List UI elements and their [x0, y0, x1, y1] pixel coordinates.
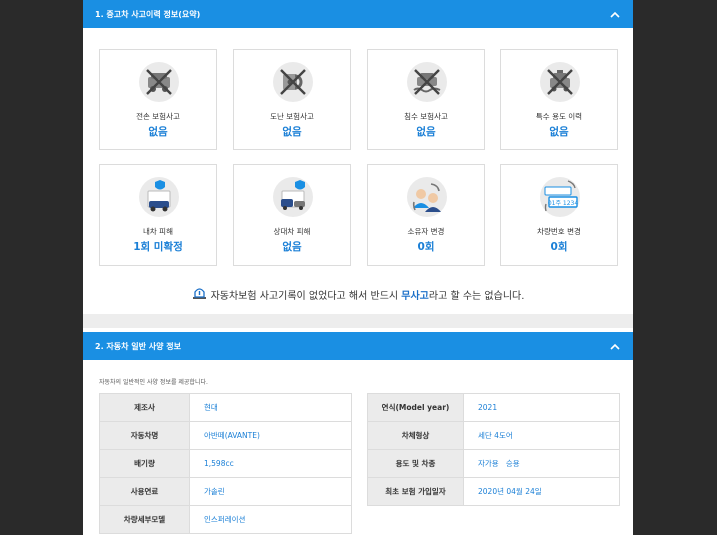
- plate-text: 01주 1234: [548, 200, 579, 207]
- table-row: 사용연료 가솔린: [99, 477, 352, 506]
- spec-key: 최초 보험 가입일자: [367, 477, 464, 506]
- card-value: 없음: [148, 126, 168, 138]
- spec-value: 현대: [189, 393, 352, 422]
- card-label: 전손 보험사고: [136, 112, 180, 121]
- owner-change-icon: [407, 177, 447, 217]
- card-other-car-damage: 상대차 피해 없음: [233, 164, 351, 266]
- total-loss-icon: [139, 62, 179, 102]
- card-theft: 도난 보험사고 없음: [233, 49, 351, 150]
- chevron-up-icon[interactable]: [607, 338, 623, 354]
- card-value: 1회 미확정: [133, 241, 183, 253]
- card-value: 없음: [282, 126, 302, 138]
- card-value: 없음: [416, 126, 436, 138]
- notice-suffix: 라고 할 수는 없습니다.: [428, 291, 525, 302]
- spec-value: 1,598cc: [189, 449, 352, 478]
- report-page: 1. 중고차 사고이력 정보(요약) 전손 보험사고 없음 도난 보험사고 없음…: [83, 0, 633, 535]
- spec-value: 2020년 04월 24일: [463, 477, 620, 506]
- card-value: 0회: [417, 241, 435, 253]
- table-row: 용도 및 차종 자가용 승용: [367, 449, 620, 478]
- card-value: 없음: [282, 241, 302, 253]
- other-car-damage-icon: [273, 177, 313, 217]
- card-value: 0회: [550, 241, 568, 253]
- general-spec-header[interactable]: 2. 자동차 일반 사양 정보: [83, 332, 633, 360]
- card-plate-change: 01주 1234 차량번호 변경 0회: [500, 164, 618, 266]
- section-divider: [83, 314, 633, 328]
- card-label: 상대차 피해: [273, 227, 311, 236]
- table-row: 차체형상 세단 4도어: [367, 421, 620, 450]
- spec-value: 가솔린: [189, 477, 352, 506]
- table-row: 연식(Model year) 2021: [367, 393, 620, 422]
- accident-summary-title: 1. 중고차 사고이력 정보(요약): [95, 9, 201, 19]
- card-total-loss: 전손 보험사고 없음: [99, 49, 217, 150]
- spec-key: 자동차명: [99, 421, 190, 450]
- chevron-up-icon[interactable]: [607, 6, 623, 22]
- card-owner-change: 소유자 변경 0회: [367, 164, 485, 266]
- table-row: 차량세부모델 인스퍼레이션: [99, 505, 352, 534]
- spec-key: 용도 및 차종: [367, 449, 464, 478]
- plate-change-icon: 01주 1234: [540, 177, 580, 217]
- flood-icon: [407, 62, 447, 102]
- spec-value: 아반떼(AVANTE): [189, 421, 352, 450]
- general-spec-title: 2. 자동차 일반 사양 정보: [95, 341, 181, 351]
- my-car-damage-icon: [139, 177, 179, 217]
- table-row: 자동차명 아반떼(AVANTE): [99, 421, 352, 450]
- spec-table-right: 연식(Model year) 2021 차체형상 세단 4도어 용도 및 차종 자가용…: [367, 393, 620, 506]
- accident-summary-header[interactable]: 1. 중고차 사고이력 정보(요약): [83, 0, 633, 28]
- spec-key: 연식(Model year): [367, 393, 464, 422]
- spec-key: 사용연료: [99, 477, 190, 506]
- notice-prefix: 자동차보험 사고기록이 없었다고 해서 반드시: [210, 291, 399, 302]
- card-my-car-damage: 내차 피해 1회 미확정: [99, 164, 217, 266]
- card-label: 소유자 변경: [407, 227, 445, 236]
- spec-value: 2021: [463, 393, 620, 422]
- spec-value: 인스퍼레이션: [189, 505, 352, 534]
- spec-key: 배기량: [99, 449, 190, 478]
- spec-key: 차량세부모델: [99, 505, 190, 534]
- card-label: 차량번호 변경: [537, 227, 581, 236]
- table-row: 제조사 현대: [99, 393, 352, 422]
- table-row: 배기량 1,598cc: [99, 449, 352, 478]
- spec-value: 세단 4도어: [463, 421, 620, 450]
- card-value: 없음: [549, 126, 569, 138]
- spec-key: 차체형상: [367, 421, 464, 450]
- spec-subtitle: 자동차의 일반적인 사양 정보를 제공합니다.: [99, 379, 208, 386]
- table-row: 최초 보험 가입일자 2020년 04월 24일: [367, 477, 620, 506]
- theft-icon: [273, 62, 313, 102]
- info-icon: [192, 286, 207, 303]
- card-special-use: 특수 용도 이력 없음: [500, 49, 618, 150]
- notice-emphasis: 무사고: [401, 291, 429, 302]
- card-flood: 침수 보험사고 없음: [367, 49, 485, 150]
- card-label: 특수 용도 이력: [535, 112, 583, 121]
- no-accident-notice: 자동차보험 사고기록이 없었다고 해서 반드시 무사고라고 할 수는 없습니다.: [83, 286, 633, 303]
- spec-value: 자가용 승용: [463, 449, 620, 478]
- special-use-icon: [540, 62, 580, 102]
- card-label: 도난 보험사고: [270, 112, 314, 121]
- card-label: 내차 피해: [143, 227, 173, 236]
- spec-table-left: 제조사 현대 자동차명 아반떼(AVANTE) 배기량 1,598cc 사용연료 가솔린…: [99, 393, 352, 534]
- card-label: 침수 보험사고: [404, 112, 448, 121]
- spec-key: 제조사: [99, 393, 190, 422]
